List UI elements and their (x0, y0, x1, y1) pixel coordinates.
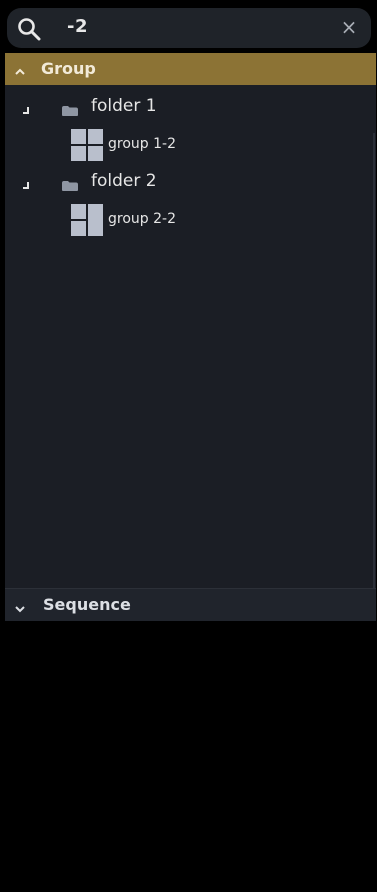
tree-group-1-2[interactable]: group 1-2 (71, 129, 271, 161)
sidebar-panel: -2 × Group folder 1 group 1-2 folder 2 g… (5, 5, 376, 892)
folder-icon (61, 177, 79, 191)
sequence-section-title: Sequence (43, 595, 131, 614)
magnifier-icon[interactable] (17, 17, 41, 41)
grid-2x2-icon (71, 129, 103, 161)
tree-group-2-2[interactable]: group 2-2 (71, 204, 271, 236)
group-label: group 2-2 (108, 211, 176, 227)
tree-folder-2[interactable]: folder 2 (21, 168, 351, 198)
tree-corner-icon[interactable] (21, 101, 31, 114)
search-bar[interactable]: -2 × (7, 8, 371, 48)
scrollbar-track[interactable] (373, 133, 375, 588)
tree-corner-icon[interactable] (21, 176, 31, 189)
tree-folder-1[interactable]: folder 1 (21, 93, 351, 123)
group-panel: Group folder 1 group 1-2 folder 2 group … (5, 53, 376, 588)
close-icon[interactable]: × (337, 15, 361, 39)
folder-icon (61, 102, 79, 116)
sequence-panel-body (5, 621, 376, 892)
sequence-section-header[interactable]: Sequence (5, 588, 376, 621)
search-input[interactable]: -2 (67, 16, 88, 37)
chevron-down-icon[interactable] (14, 600, 26, 613)
group-section-title: Group (41, 59, 96, 78)
group-label: group 1-2 (108, 136, 176, 152)
group-section-header[interactable]: Group (5, 53, 376, 85)
grid-split-icon (71, 204, 103, 236)
folder-label: folder 2 (91, 171, 157, 191)
folder-label: folder 1 (91, 96, 157, 116)
chevron-up-icon[interactable] (14, 63, 26, 75)
